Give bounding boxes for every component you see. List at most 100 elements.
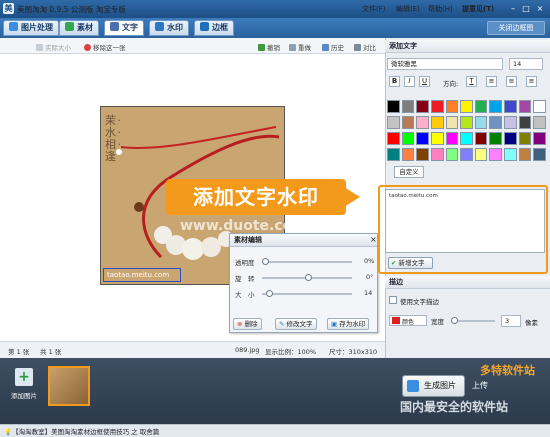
color-swatch[interactable] (518, 116, 532, 129)
color-swatch[interactable] (533, 116, 546, 129)
menu-feedback[interactable]: 提意见(T) (462, 4, 494, 14)
edit-text-button[interactable]: ✎ 修改文字 (275, 318, 317, 330)
color-swatch[interactable] (445, 148, 459, 161)
stroke-header: 描边 (385, 276, 550, 289)
redo-icon (289, 44, 296, 51)
color-swatch[interactable] (533, 148, 546, 161)
opacity-slider[interactable] (262, 261, 352, 263)
delete-button[interactable]: ⊗ 删除 (233, 318, 262, 330)
color-swatch[interactable] (504, 148, 517, 161)
close-icon[interactable]: × (535, 4, 545, 14)
color-swatch[interactable] (416, 148, 429, 161)
menu-help[interactable]: 帮助(H) (428, 4, 453, 14)
stroke-width-input[interactable]: 3 (501, 315, 521, 327)
color-swatch[interactable] (401, 116, 415, 129)
italic-button[interactable]: I (404, 76, 415, 87)
color-swatch[interactable] (430, 132, 444, 145)
history-button[interactable]: 历史 (322, 42, 344, 52)
add-image-button[interactable]: + 添加图片 (8, 365, 40, 405)
save-watermark-button[interactable]: ▣ 存为水印 (327, 318, 370, 330)
rotate-label: 旋 转 (235, 275, 255, 283)
maximize-icon[interactable]: □ (521, 4, 531, 14)
color-swatch[interactable] (460, 116, 473, 129)
size-knob[interactable] (266, 290, 273, 297)
stroke-width-slider[interactable] (455, 320, 495, 322)
tab-text[interactable]: 文字 (104, 20, 144, 36)
color-swatch[interactable] (401, 132, 415, 145)
compare-button[interactable]: 对比 (354, 42, 376, 52)
color-swatch[interactable] (430, 116, 444, 129)
color-swatch[interactable] (474, 100, 488, 113)
color-swatch[interactable] (518, 100, 532, 113)
minimize-icon[interactable]: – (508, 4, 518, 14)
color-swatch[interactable] (533, 100, 546, 113)
font-size-select[interactable]: 14 (509, 58, 543, 70)
color-swatch[interactable] (474, 148, 488, 161)
align-right-button[interactable]: ≡ (526, 76, 537, 87)
color-swatch[interactable] (518, 148, 532, 161)
undo-button[interactable]: 撤销 (258, 42, 280, 52)
tab-watermark[interactable]: 水印 (149, 20, 189, 36)
color-swatch[interactable] (445, 100, 459, 113)
underline-button[interactable]: U (419, 76, 430, 87)
tab-frame[interactable]: 边框 (194, 20, 234, 36)
color-swatch[interactable] (387, 116, 400, 129)
color-swatch[interactable] (474, 116, 488, 129)
remove-one-button[interactable]: 移除这一张 (84, 42, 126, 52)
redo-button[interactable]: 重做 (289, 42, 311, 52)
vertical-text-button[interactable]: T (466, 76, 477, 87)
color-swatch[interactable] (460, 148, 473, 161)
menu-edit[interactable]: 编辑(E) (396, 4, 420, 14)
align-center-button[interactable]: ≡ (506, 76, 517, 87)
color-swatch[interactable] (416, 116, 429, 129)
color-swatch[interactable] (387, 100, 400, 113)
tab-image-edit[interactable]: 图片处理 (3, 20, 59, 36)
bulb-icon: 💡 (4, 428, 13, 436)
color-swatch[interactable] (504, 116, 517, 129)
color-swatch[interactable] (416, 132, 429, 145)
color-swatch[interactable] (445, 132, 459, 145)
stroke-color-swatch (392, 317, 400, 324)
color-swatch[interactable] (504, 100, 517, 113)
stroke-width-knob[interactable] (451, 317, 458, 324)
color-swatch[interactable] (401, 148, 415, 161)
color-swatch[interactable] (387, 132, 400, 145)
color-swatch[interactable] (460, 132, 473, 145)
custom-color-button[interactable]: 自定义 (394, 166, 424, 178)
color-swatch[interactable] (474, 132, 488, 145)
color-swatch[interactable] (460, 100, 473, 113)
font-select[interactable]: 微软雅黑 (387, 58, 503, 70)
color-swatch[interactable] (489, 100, 503, 113)
bold-button[interactable]: B (389, 76, 400, 87)
tab-material[interactable]: 素材 (59, 20, 99, 36)
generate-image-button[interactable]: 生成图片 (402, 375, 465, 397)
upload-button[interactable]: 上传 (472, 380, 488, 391)
color-swatch[interactable] (489, 116, 503, 129)
color-swatch[interactable] (430, 148, 444, 161)
color-swatch[interactable] (489, 132, 503, 145)
photo-stamp: 茉 · 水 · 相 · 逢 (105, 114, 121, 163)
color-swatch[interactable] (430, 100, 444, 113)
size-slider[interactable] (262, 293, 352, 295)
color-swatch[interactable] (533, 132, 546, 145)
align-left-button[interactable]: ≡ (486, 76, 497, 87)
color-swatch[interactable] (518, 132, 532, 145)
text-watermark-selection[interactable]: taotao.meitu.com (103, 268, 181, 282)
opacity-label: 透明度 (235, 259, 255, 267)
color-swatch[interactable] (445, 116, 459, 129)
material-close-icon[interactable]: × (370, 235, 377, 244)
close-frame-button[interactable]: 关闭边框图 (487, 21, 545, 35)
actual-size-button[interactable]: 实际大小 (36, 42, 71, 52)
menu-file[interactable]: 文件(F) (362, 4, 386, 14)
stroke-checkbox[interactable] (389, 296, 397, 304)
stroke-color-select[interactable]: 颜色 (389, 315, 427, 326)
color-swatch[interactable] (489, 148, 503, 161)
rotate-knob[interactable] (305, 274, 312, 281)
tip-link[interactable]: 💡【淘淘教室】美图淘淘素材边框使用技巧 之 取舍篇 (4, 426, 159, 436)
color-swatch[interactable] (504, 132, 517, 145)
opacity-knob[interactable] (262, 258, 269, 265)
image-thumbnail[interactable] (48, 366, 90, 406)
color-swatch[interactable] (416, 100, 429, 113)
color-swatch[interactable] (387, 148, 400, 161)
color-swatch[interactable] (401, 100, 415, 113)
